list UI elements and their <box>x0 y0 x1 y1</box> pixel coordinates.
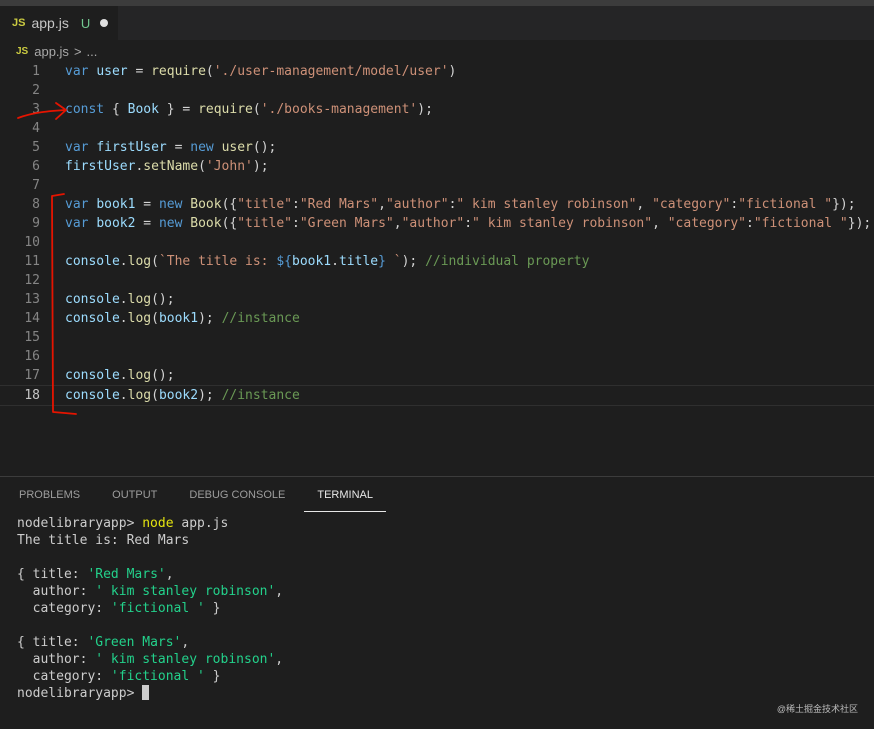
code-line[interactable]: 15 <box>0 328 874 347</box>
line-number: 18 <box>24 388 40 403</box>
breadcrumb-separator: > <box>73 43 82 59</box>
code-line[interactable]: 12 <box>0 271 874 290</box>
line-number: 15 <box>24 330 40 345</box>
line-number: 8 <box>32 197 40 212</box>
tab-filename: app.js <box>31 15 69 31</box>
breadcrumb-file[interactable]: app.js <box>34 44 69 59</box>
panel-tabs: PROBLEMS OUTPUT DEBUG CONSOLE TERMINAL <box>0 483 386 512</box>
terminal-line: author: ' kim stanley robinson', <box>17 584 284 599</box>
breadcrumb-more[interactable]: ... <box>87 44 98 59</box>
line-number: 13 <box>24 292 40 307</box>
breadcrumb: JS app.js > ... <box>16 40 97 62</box>
code-editor[interactable]: 1 var user = require('./user-management/m… <box>0 62 874 462</box>
code-text: var user = require('./user-management/mo… <box>65 64 457 79</box>
code-line[interactable]: 18 console.log(book2); //instance <box>0 385 874 406</box>
code-line[interactable]: 14 console.log(book1); //instance <box>0 309 874 328</box>
line-number: 6 <box>32 159 40 174</box>
code-text: console.log(`The title is: ${book1.title… <box>65 254 590 269</box>
line-number: 7 <box>32 178 40 193</box>
code-line[interactable]: 5 var firstUser = new user(); <box>0 138 874 157</box>
terminal-line: { title: 'Red Mars', <box>17 567 174 582</box>
terminal-line: { title: 'Green Mars', <box>17 635 190 650</box>
code-line[interactable]: 16 <box>0 347 874 366</box>
code-text: var book2 = new Book({"title":"Green Mar… <box>65 216 872 231</box>
line-number: 12 <box>24 273 40 288</box>
line-number: 4 <box>32 121 40 136</box>
code-line[interactable]: 10 <box>0 233 874 252</box>
code-line[interactable]: 9 var book2 = new Book({"title":"Green Ma… <box>0 214 874 233</box>
line-number: 5 <box>32 140 40 155</box>
code-line[interactable]: 8 var book1 = new Book({"title":"Red Mars… <box>0 195 874 214</box>
code-text: console.log(); <box>65 292 175 307</box>
code-line[interactable]: 2 <box>0 81 874 100</box>
code-text: const { Book } = require('./books-manage… <box>65 102 433 117</box>
editor-tab-bar: JS app.js U <box>0 6 874 40</box>
unsaved-dot-icon[interactable] <box>100 19 109 27</box>
line-number: 10 <box>24 235 40 250</box>
line-number: 9 <box>32 216 40 231</box>
code-text: console.log(book2); //instance <box>65 388 300 403</box>
line-number: 1 <box>32 64 40 79</box>
code-line[interactable]: 6 firstUser.setName('John'); <box>0 157 874 176</box>
bottom-panel: PROBLEMS OUTPUT DEBUG CONSOLE TERMINAL node… <box>0 476 874 729</box>
line-number: 11 <box>24 254 40 269</box>
code-text: console.log(book1); //instance <box>65 311 300 326</box>
tab-app-js[interactable]: JS app.js U <box>0 6 118 40</box>
terminal-line: category: 'fictional ' } <box>17 601 221 616</box>
tab-problems[interactable]: PROBLEMS <box>6 483 93 511</box>
code-text: console.log(); <box>65 368 175 383</box>
javascript-file-icon: JS <box>16 45 29 57</box>
tab-output[interactable]: OUTPUT <box>99 483 170 511</box>
code-line[interactable]: 13 console.log(); <box>0 290 874 309</box>
line-number: 17 <box>24 368 40 383</box>
code-line[interactable]: 4 <box>0 119 874 138</box>
terminal-cursor <box>142 685 150 700</box>
line-number: 16 <box>24 349 40 364</box>
tab-debug-console[interactable]: DEBUG CONSOLE <box>176 483 298 511</box>
tab-terminal[interactable]: TERMINAL <box>304 483 386 512</box>
git-untracked-badge: U <box>80 15 91 31</box>
code-line[interactable]: 11 console.log(`The title is: ${book1.tit… <box>0 252 874 271</box>
line-number: 14 <box>24 311 40 326</box>
terminal-line: nodelibraryapp> node app.js <box>17 516 229 531</box>
terminal-line: author: ' kim stanley robinson', <box>17 652 284 667</box>
code-line[interactable]: 3 const { Book } = require('./books-manag… <box>0 100 874 119</box>
code-text: var firstUser = new user(); <box>65 140 277 155</box>
code-text: firstUser.setName('John'); <box>65 159 269 174</box>
code-text: var book1 = new Book({"title":"Red Mars"… <box>65 197 856 212</box>
terminal-line: category: 'fictional ' } <box>17 669 221 684</box>
javascript-file-icon: JS <box>12 17 26 29</box>
terminal-line: The title is: Red Mars <box>17 533 190 548</box>
line-number: 3 <box>32 102 40 117</box>
terminal-prompt[interactable]: nodelibraryapp> <box>17 685 283 702</box>
terminal-output[interactable]: nodelibraryapp> node app.js The title is:… <box>17 515 283 702</box>
watermark: @稀土掘金技术社区 <box>776 704 858 714</box>
code-line[interactable]: 7 <box>0 176 874 195</box>
line-number: 2 <box>32 83 40 98</box>
code-line[interactable]: 1 var user = require('./user-management/m… <box>0 62 874 81</box>
code-line[interactable]: 17 console.log(); <box>0 366 874 385</box>
